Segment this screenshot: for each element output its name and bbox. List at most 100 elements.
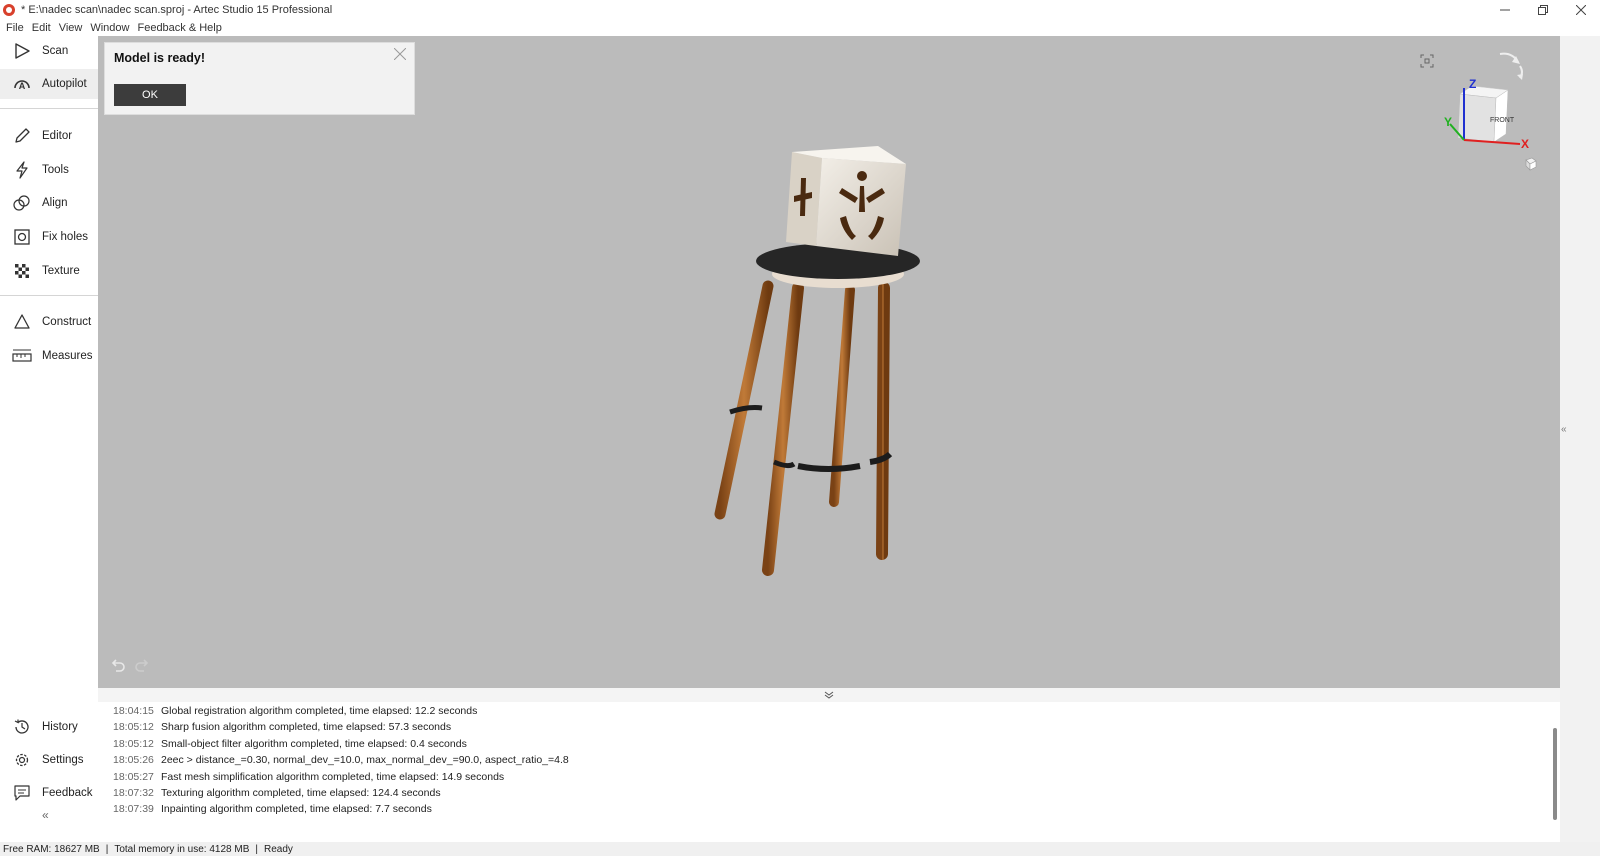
log-time: 18:07:32 <box>113 787 154 799</box>
close-icon <box>1576 4 1586 15</box>
sidebar-item-history[interactable]: History <box>0 712 98 742</box>
sidebar-item-measures[interactable]: Measures <box>0 341 98 371</box>
model-ready-dialog: Model is ready! OK <box>104 42 415 115</box>
sidebar-item-construct[interactable]: Construct <box>0 307 98 337</box>
checker-icon <box>10 261 34 281</box>
view-cube-widget[interactable]: FRONT Z X Y <box>1438 52 1538 172</box>
gear-icon <box>10 750 34 770</box>
log-message: Inpainting algorithm completed, time ela… <box>161 803 432 815</box>
log-message: Fast mesh simplification algorithm compl… <box>161 771 505 783</box>
menu-view[interactable]: View <box>59 22 83 34</box>
status-separator: | <box>105 843 109 855</box>
total-memory: Total memory in use: 4128 MB <box>114 843 250 855</box>
log-entry: 18:05:12 Sharp fusion algorithm completed… <box>113 721 451 737</box>
autopilot-icon: A <box>10 74 34 94</box>
log-scrollbar[interactable] <box>1553 728 1557 820</box>
log-entry: 18:07:39 Inpainting algorithm completed, … <box>113 803 432 819</box>
redo-icon <box>135 659 149 672</box>
sidebar-item-label: Settings <box>42 754 84 766</box>
fix-holes-icon <box>10 227 34 247</box>
sidebar-item-align[interactable]: Align <box>0 188 98 218</box>
fit-view-icon[interactable] <box>1420 54 1434 73</box>
3d-viewport[interactable]: Model is ready! OK FRONT Z X Y <box>98 36 1560 688</box>
log-entry: 18:05:26 2eec > distance_=0.30, normal_de… <box>113 754 569 770</box>
z-axis-label: Z <box>1469 77 1476 91</box>
sidebar-item-fix-holes[interactable]: Fix holes <box>0 222 98 252</box>
sidebar-item-label: Feedback <box>42 787 93 799</box>
right-panel-strip <box>1560 36 1600 842</box>
log-entry: 18:05:12 Small-object filter algorithm co… <box>113 738 467 754</box>
close-icon[interactable] <box>393 47 407 65</box>
right-panel-expand-button[interactable]: « <box>1561 424 1567 435</box>
menu-edit[interactable]: Edit <box>32 22 51 34</box>
sidebar: Scan A Autopilot Editor Tools Align Fix … <box>0 36 98 842</box>
menu-bar: File Edit View Window Feedback & Help <box>0 19 1600 36</box>
log-message: Sharp fusion algorithm completed, time e… <box>161 721 452 733</box>
align-icon <box>10 193 34 213</box>
small-cube-icon <box>1525 157 1537 171</box>
sidebar-item-label: Align <box>42 197 68 209</box>
ok-button[interactable]: OK <box>114 84 186 106</box>
window-title: * E:\nadec scan\nadec scan.sproj - Artec… <box>21 3 333 16</box>
minimize-button[interactable] <box>1486 0 1524 19</box>
sidebar-collapse-button[interactable]: « <box>42 808 49 822</box>
status-separator: | <box>255 843 258 855</box>
undo-icon <box>111 659 125 672</box>
sidebar-item-texture[interactable]: Texture <box>0 256 98 286</box>
lightning-icon <box>10 160 34 180</box>
sidebar-item-label: History <box>42 721 78 733</box>
sidebar-item-scan[interactable]: Scan <box>0 36 98 66</box>
sidebar-item-label: Fix holes <box>42 231 89 243</box>
log-entry: 18:07:32 Texturing algorithm completed, t… <box>113 787 441 803</box>
status-state: Ready <box>264 843 293 855</box>
restore-button[interactable] <box>1524 0 1562 19</box>
sidebar-item-settings[interactable]: Settings <box>0 745 98 775</box>
log-entry: 18:05:27 Fast mesh simplification algorit… <box>113 771 504 787</box>
free-ram: Free RAM: 18627 MB <box>3 843 100 855</box>
sidebar-item-label: Construct <box>42 316 92 328</box>
sidebar-item-label: Scan <box>42 45 69 57</box>
log-time: 18:05:12 <box>113 738 154 750</box>
status-bar: Free RAM: 18627 MB | Total memory in use… <box>0 842 1600 856</box>
sidebar-item-editor[interactable]: Editor <box>0 121 98 151</box>
feedback-icon <box>10 783 34 803</box>
title-bar: * E:\nadec scan\nadec scan.sproj - Artec… <box>0 0 1600 19</box>
log-panel-toggle[interactable] <box>98 688 1560 702</box>
triangle-icon <box>10 312 34 332</box>
y-axis-label: Y <box>1444 115 1452 129</box>
sidebar-item-tools[interactable]: Tools <box>0 155 98 185</box>
log-time: 18:05:26 <box>113 754 154 766</box>
undo-button[interactable] <box>110 658 126 677</box>
sidebar-item-label: Tools <box>42 164 69 176</box>
sidebar-divider <box>0 295 98 296</box>
window-controls <box>1486 0 1600 19</box>
log-time: 18:07:39 <box>113 803 154 815</box>
log-entry: 18:04:15 Global registration algorithm co… <box>113 705 477 721</box>
log-time: 18:04:15 <box>113 705 154 717</box>
restore-icon <box>1538 4 1548 15</box>
sidebar-item-feedback[interactable]: Feedback <box>0 778 98 808</box>
sidebar-item-autopilot[interactable]: A Autopilot <box>0 69 98 99</box>
chevron-down-icon <box>824 691 834 699</box>
minimize-icon <box>1500 9 1510 10</box>
log-time: 18:05:12 <box>113 721 154 733</box>
sidebar-item-label: Measures <box>42 350 93 362</box>
menu-window[interactable]: Window <box>90 22 129 34</box>
log-panel: 18:04:15 Global registration algorithm co… <box>98 702 1560 842</box>
menu-feedback-help[interactable]: Feedback & Help <box>137 22 221 34</box>
svg-text:A: A <box>19 81 26 91</box>
redo-button[interactable] <box>134 658 150 677</box>
log-message: 2eec > distance_=0.30, normal_dev_=10.0,… <box>161 754 569 766</box>
dialog-title: Model is ready! <box>114 51 205 65</box>
close-window-button[interactable] <box>1562 0 1600 19</box>
play-icon <box>10 41 34 61</box>
menu-file[interactable]: File <box>6 22 24 34</box>
pencil-icon <box>10 126 34 146</box>
sidebar-divider <box>0 108 98 109</box>
sidebar-item-label: Autopilot <box>42 78 87 90</box>
x-axis-label: X <box>1521 137 1529 151</box>
app-logo-icon <box>3 3 15 16</box>
stool-model[interactable] <box>98 36 1560 688</box>
log-time: 18:05:27 <box>113 771 154 783</box>
log-message: Texturing algorithm completed, time elap… <box>161 787 441 799</box>
